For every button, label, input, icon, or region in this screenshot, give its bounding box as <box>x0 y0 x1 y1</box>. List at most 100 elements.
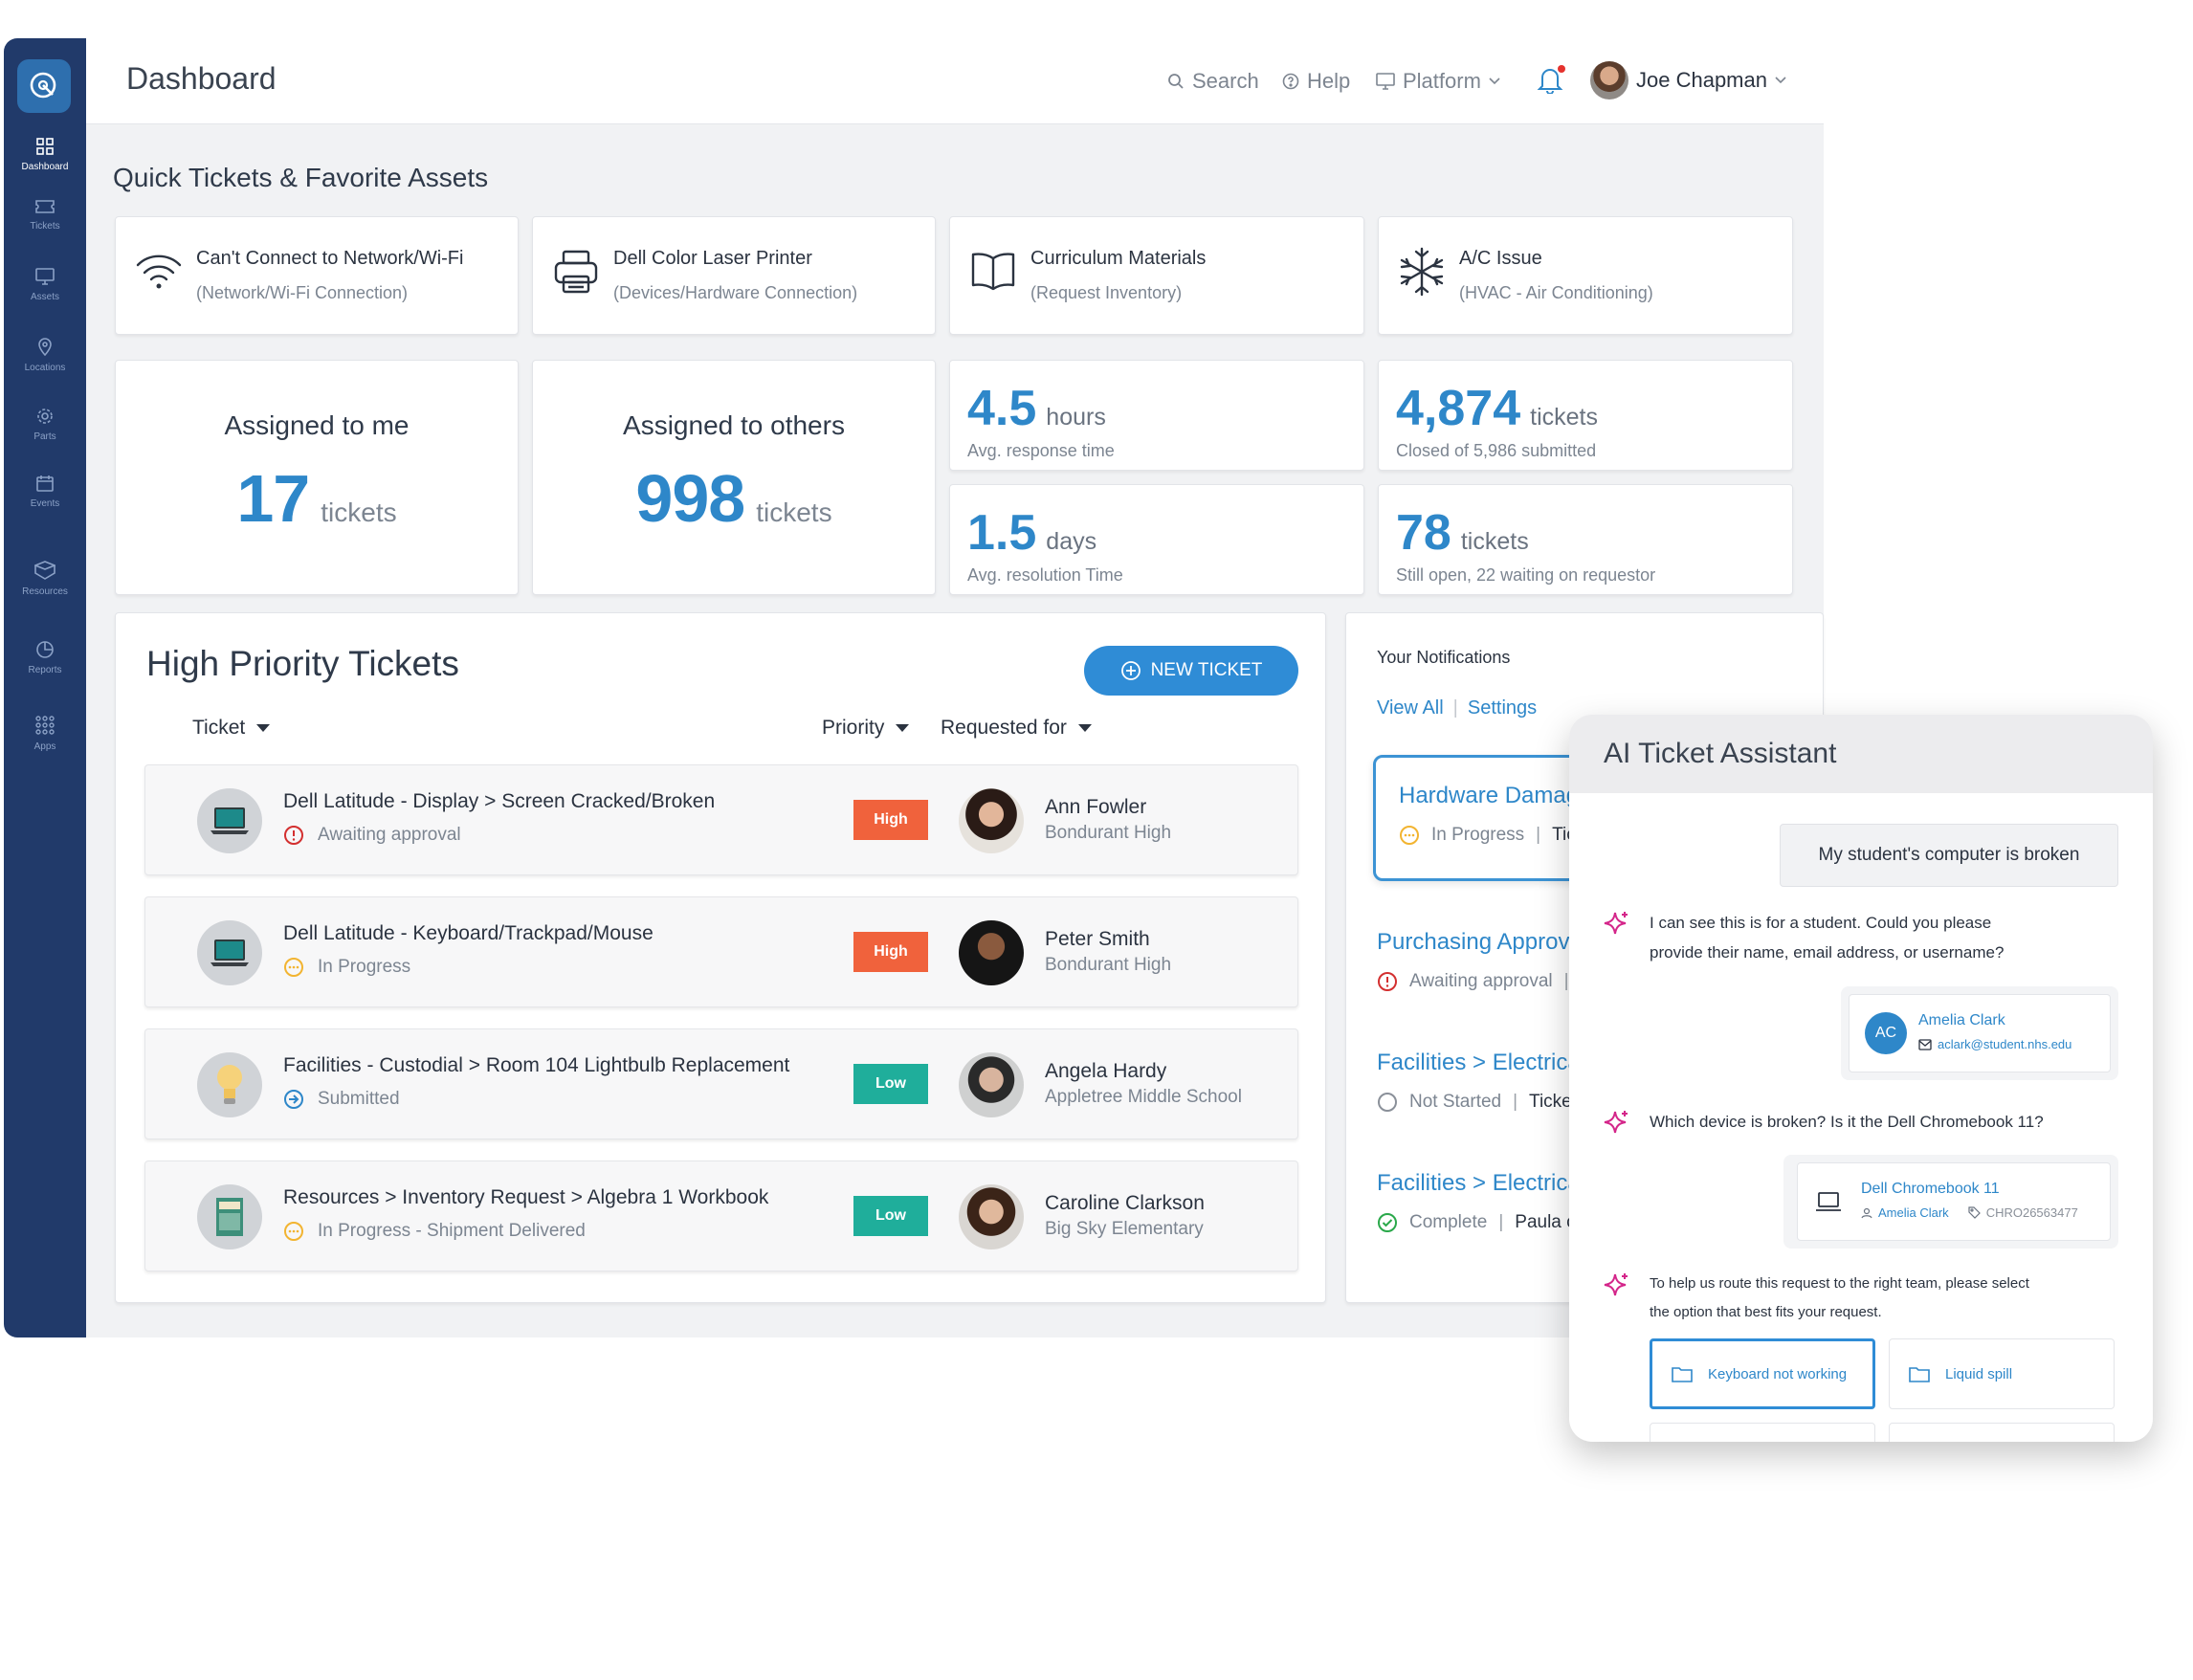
column-label: Requested for <box>941 717 1067 739</box>
avatar <box>959 920 1024 985</box>
settings-link[interactable]: Settings <box>1468 697 1537 719</box>
view-all-link[interactable]: View All <box>1377 697 1444 719</box>
table-row[interactable]: Dell Latitude - Display > Screen Cracked… <box>144 764 1298 875</box>
device-meta: Amelia Clark CHRO26563477 <box>1861 1205 2078 1220</box>
sidebar: Dashboard Tickets Assets Locations Parts… <box>4 38 86 1337</box>
sidebar-label: Parts <box>33 431 56 442</box>
notifications-button[interactable] <box>1537 63 1565 96</box>
notification-title[interactable]: Purchasing Approva <box>1377 929 1583 956</box>
platform-label: Platform <box>1403 69 1481 93</box>
in-progress-icon <box>1400 826 1419 845</box>
quick-ticket-card[interactable]: A/C Issue (HVAC - Air Conditioning) <box>1378 216 1793 335</box>
sidebar-item-events[interactable]: Events <box>4 475 86 509</box>
option-keyboard-not-working[interactable]: Keyboard not working <box>1650 1338 1875 1409</box>
laptop-thumbnail <box>197 788 262 853</box>
sidebar-item-parts[interactable]: Parts <box>4 408 86 442</box>
quick-ticket-card[interactable]: Curriculum Materials (Request Inventory) <box>949 216 1364 335</box>
ai-header: AI Ticket Assistant <box>1569 715 2153 793</box>
page-title: Dashboard <box>126 61 277 96</box>
option-partial[interactable] <box>1650 1423 1875 1442</box>
requester-school: Bondurant High <box>1045 823 1172 843</box>
option-label: Liquid spill <box>1945 1365 2013 1382</box>
book-icon <box>971 253 1015 291</box>
sidebar-item-apps[interactable]: Apps <box>4 716 86 752</box>
user-menu[interactable]: Joe Chapman <box>1590 61 1786 99</box>
status-label: In Progress - Shipment Delivered <box>318 1221 586 1241</box>
stat-caption: Avg. response time <box>967 441 1115 460</box>
notification-title[interactable]: Facilities > Electrical <box>1377 1050 1585 1076</box>
stat-resolution-time[interactable]: 1.5 days Avg. resolution Time <box>949 484 1364 595</box>
quick-ticket-card[interactable]: Can't Connect to Network/Wi-Fi (Network/… <box>115 216 519 335</box>
app-logo[interactable] <box>17 59 71 113</box>
laptop-icon <box>210 807 249 834</box>
sidebar-label: Reports <box>28 665 62 675</box>
calendar-icon <box>36 475 54 492</box>
quick-ticket-title: Dell Color Laser Printer <box>613 248 812 269</box>
stat-assigned-to-me[interactable]: Assigned to me 17 tickets <box>115 360 519 595</box>
ticket-icon <box>35 200 55 213</box>
stat-response-time[interactable]: 4.5 hours Avg. response time <box>949 360 1364 471</box>
option-liquid-spill[interactable]: Liquid spill <box>1889 1338 2115 1409</box>
stat-value: 4.5 <box>967 381 1037 436</box>
lightbulb-icon <box>217 1065 242 1104</box>
sidebar-item-reports[interactable]: Reports <box>4 641 86 675</box>
quick-ticket-title: Curriculum Materials <box>1030 248 1207 269</box>
column-header-priority[interactable]: Priority <box>822 717 910 740</box>
priority-badge: Low <box>853 1064 928 1104</box>
sidebar-item-dashboard[interactable]: Dashboard <box>4 138 86 172</box>
sparkle-icon <box>1604 1111 1628 1134</box>
notification-status: Not Started | Ticket <box>1377 1092 1577 1113</box>
status-label: Complete <box>1409 1212 1488 1232</box>
search-button[interactable]: Search <box>1167 69 1259 94</box>
email-value: aclark@student.nhs.edu <box>1938 1037 2072 1051</box>
stat-value: 17 <box>236 461 310 536</box>
stat-unit: hours <box>1046 404 1106 431</box>
sidebar-item-assets[interactable]: Assets <box>4 268 86 302</box>
quick-ticket-card[interactable]: Dell Color Laser Printer (Devices/Hardwa… <box>532 216 936 335</box>
stat-caption: Still open, 22 waiting on requestor <box>1396 565 1656 585</box>
sort-caret-icon <box>896 724 910 732</box>
option-partial[interactable] <box>1889 1423 2115 1442</box>
column-header-requested-for[interactable]: Requested for <box>941 717 1092 740</box>
ai-message: To help us route this request to the rig… <box>1604 1270 2029 1327</box>
divider: | <box>1498 1212 1504 1232</box>
help-button[interactable]: Help <box>1282 69 1350 94</box>
sidebar-item-locations[interactable]: Locations <box>4 337 86 373</box>
requester-name: Caroline Clarkson <box>1045 1192 1205 1214</box>
device-tag: CHRO26563477 <box>1985 1205 2078 1220</box>
table-row[interactable]: Resources > Inventory Request > Algebra … <box>144 1161 1298 1271</box>
notification-status: Awaiting approval | <box>1377 971 1569 992</box>
table-row[interactable]: Dell Latitude - Keyboard/Trackpad/Mouse … <box>144 896 1298 1007</box>
stat-value: 998 <box>635 461 745 536</box>
pie-icon <box>36 641 54 658</box>
table-row[interactable]: Facilities - Custodial > Room 104 Lightb… <box>144 1028 1298 1139</box>
ai-message-line: To help us route this request to the rig… <box>1650 1275 2029 1292</box>
alert-icon <box>284 826 303 845</box>
requester-name: Peter Smith <box>1045 928 1150 950</box>
quick-ticket-title: Can't Connect to Network/Wi-Fi <box>196 248 464 269</box>
sidebar-item-tickets[interactable]: Tickets <box>4 199 86 232</box>
status-label: Not Started <box>1409 1092 1502 1112</box>
device-chip[interactable]: Dell Chromebook 11 Amelia Clark CHRO2656… <box>1783 1155 2118 1249</box>
stat-unit: tickets <box>756 497 832 527</box>
sidebar-label: Dashboard <box>21 162 69 172</box>
lightbulb-thumbnail <box>197 1052 262 1117</box>
divider: | <box>1452 697 1458 718</box>
priority-badge: Low <box>853 1196 928 1236</box>
in-progress-icon <box>284 958 303 977</box>
alert-icon <box>1378 972 1397 991</box>
stat-assigned-to-others[interactable]: Assigned to others 998 tickets <box>532 360 936 595</box>
ticket-title: Dell Latitude - Display > Screen Cracked… <box>283 790 716 812</box>
ticket-status: Awaiting approval <box>283 825 461 846</box>
new-ticket-button[interactable]: NEW TICKET <box>1084 646 1298 696</box>
sidebar-item-resources[interactable]: Resources <box>4 561 86 597</box>
stat-open-tickets[interactable]: 78 tickets Still open, 22 waiting on requ… <box>1378 484 1793 595</box>
stat-caption: Avg. resolution Time <box>967 565 1123 585</box>
column-header-ticket[interactable]: Ticket <box>192 717 271 740</box>
stat-closed-tickets[interactable]: 4,874 tickets Closed of 5,986 submitted <box>1378 360 1793 471</box>
student-chip[interactable]: AC Amelia Clark aclark@student.nhs.edu <box>1841 986 2118 1080</box>
user-message: My student's computer is broken <box>1780 824 2118 887</box>
platform-dropdown[interactable]: Platform <box>1376 69 1500 94</box>
notification-title[interactable]: Facilities > Electrical <box>1377 1170 1585 1197</box>
laptop-icon <box>210 939 249 966</box>
